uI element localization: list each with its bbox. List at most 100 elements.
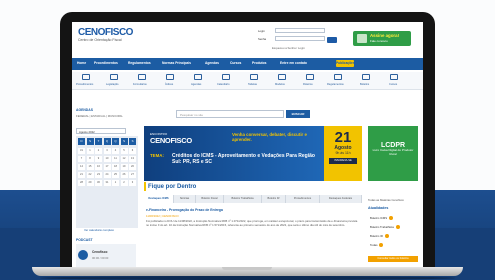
- calendar-day[interactable]: 6: [129, 148, 136, 154]
- site-logo-subtitle: Centro de Orientação Fiscal: [78, 38, 122, 42]
- calendar-day[interactable]: 3: [129, 180, 136, 186]
- update-item-label: Boletim ICMS: [370, 216, 388, 220]
- nav-item-cursos[interactable]: Cursos: [230, 61, 241, 65]
- formularios-icon[interactable]: [138, 74, 146, 80]
- calendar-day[interactable]: 26: [120, 172, 128, 178]
- promo-title: Assine agora!: [370, 33, 400, 38]
- tab-procedimentos[interactable]: Procedimentos: [286, 195, 320, 203]
- calendar-day[interactable]: 4: [112, 148, 119, 154]
- update-item-label: Boletim Trabalhista: [370, 225, 394, 229]
- calendar-day[interactable]: 31: [78, 148, 85, 154]
- subscribe-promo[interactable]: Assine agora! Fale conosco: [353, 31, 411, 46]
- nav-item-regulamentos[interactable]: Regulamentos: [128, 61, 151, 65]
- calendar-day[interactable]: 16: [95, 164, 102, 170]
- calendar-day[interactable]: 31: [103, 180, 111, 186]
- tab-noticias[interactable]: Notícias: [174, 195, 196, 203]
- calendar-day[interactable]: 23: [95, 172, 102, 178]
- full-calendar-link[interactable]: Ver calendário completo: [84, 228, 114, 232]
- calendar-day[interactable]: 1: [86, 148, 94, 154]
- calendario-icon[interactable]: [222, 74, 230, 80]
- update-item[interactable]: Todas: [370, 243, 384, 248]
- shortcut-label: Boletins: [360, 83, 370, 86]
- procedimentos-icon[interactable]: [82, 74, 90, 80]
- event-day: 21: [334, 129, 352, 146]
- roteiros-icon[interactable]: [306, 74, 314, 80]
- tabelas-icon[interactable]: [250, 74, 258, 80]
- calendar-day[interactable]: 15: [86, 164, 94, 170]
- nav-item-agendas[interactable]: Agendas: [205, 61, 219, 65]
- event-banner[interactable]: ENCONTRO CENOFISCO Venha conversar, deba…: [144, 126, 324, 181]
- news-title[interactable]: e-Financeira - Prorrogação do Prazo de E…: [146, 208, 223, 212]
- legislacao-icon[interactable]: [110, 74, 118, 80]
- nav-item-normas[interactable]: Normas Principais: [162, 61, 191, 65]
- tab-destaques-icms[interactable]: Destaques ICMS: [144, 195, 174, 203]
- lcdpr-ad[interactable]: LCDPR Livro Caixa Digital do Produtor Ru…: [368, 126, 418, 181]
- nav-item-contato[interactable]: Entre em contato: [280, 61, 307, 65]
- calendar-day[interactable]: 11: [112, 156, 119, 162]
- nav-item-home[interactable]: Home: [77, 61, 86, 65]
- calendar-day[interactable]: 18: [112, 164, 119, 170]
- nav-item-procedimentos[interactable]: Procedimentos: [94, 61, 118, 65]
- new-badge-icon: [395, 225, 400, 230]
- update-item[interactable]: Boletim Trabalhista: [370, 225, 400, 230]
- agenda-heading: AGENDAS: [76, 108, 93, 112]
- new-badge-icon: [389, 216, 394, 221]
- calendar-day[interactable]: 1: [112, 180, 119, 186]
- calendar-day[interactable]: 13: [129, 156, 136, 162]
- shortcut-label: Índices: [165, 83, 174, 86]
- password-field[interactable]: [275, 36, 325, 41]
- all-bulletins-button[interactable]: Consultar todos os boletins: [368, 256, 418, 262]
- shortcut-label: Legislação: [106, 83, 119, 86]
- update-item[interactable]: Boletim IR: [370, 234, 389, 239]
- login-button[interactable]: [327, 37, 337, 43]
- calendar-day[interactable]: 17: [103, 164, 111, 170]
- calendar-day[interactable]: 10: [103, 156, 111, 162]
- update-item[interactable]: Boletim ICMS: [370, 216, 394, 221]
- calendar-day[interactable]: 8: [86, 156, 94, 162]
- cursos-icon[interactable]: [390, 74, 398, 80]
- indices-icon[interactable]: [166, 74, 174, 80]
- calendar-day[interactable]: 30: [95, 180, 102, 186]
- site-search-input[interactable]: Pesquisar no site: [176, 110, 284, 118]
- modelos-icon[interactable]: [278, 74, 286, 80]
- calendar-day[interactable]: 28: [78, 180, 85, 186]
- event-hours: 9h às 11h: [335, 151, 351, 155]
- agenda-scopes[interactable]: FEDERAL | ESTADUAL | MUNICIPAL: [76, 114, 123, 118]
- calendar-day[interactable]: 5: [120, 148, 128, 154]
- nav-item-publicacoes[interactable]: Publicações: [336, 60, 355, 67]
- calendar-day[interactable]: 3: [103, 148, 111, 154]
- month-select[interactable]: Agosto 2022: [76, 128, 126, 134]
- calendar-day[interactable]: 2: [120, 180, 128, 186]
- agendas-icon[interactable]: [194, 74, 202, 80]
- calendar-day[interactable]: 7: [78, 156, 85, 162]
- calendar-day[interactable]: 21: [78, 172, 85, 178]
- event-register-button[interactable]: INSCREVA-SE: [329, 158, 357, 164]
- site-logo[interactable]: CENOFISCO: [78, 27, 133, 38]
- calendar-day[interactable]: 2: [95, 148, 102, 154]
- update-item-label: Boletim IR: [370, 234, 383, 238]
- boletins-icon[interactable]: [362, 74, 370, 80]
- calendar-day[interactable]: 24: [103, 172, 111, 178]
- forgot-password-link[interactable]: Esqueceu a Senha / Login: [272, 46, 305, 50]
- all-articles-link[interactable]: Todas as Matérias Cenofisco: [368, 198, 418, 202]
- calendar-day[interactable]: 9: [95, 156, 102, 162]
- tab-boletim-ir[interactable]: Boletim IR: [262, 195, 286, 203]
- tab-boletim-fiscal[interactable]: Boletim Fiscal: [196, 195, 224, 203]
- calendar-day[interactable]: 25: [112, 172, 119, 178]
- main-nav: Home Procedimentos Regulamentos Normas P…: [72, 58, 423, 70]
- calendar-day[interactable]: 19: [120, 164, 128, 170]
- calendar-day[interactable]: 27: [129, 172, 136, 178]
- tab-destaques-federais[interactable]: Destaques Federais: [320, 195, 362, 203]
- calendar-day[interactable]: 20: [129, 164, 136, 170]
- tab-boletim-trabalhista[interactable]: Boletim Trabalhista: [224, 195, 262, 203]
- regulamentos-icon[interactable]: [334, 74, 342, 80]
- calendar-day[interactable]: 29: [86, 180, 94, 186]
- calendar-day[interactable]: 22: [86, 172, 94, 178]
- calendar-day[interactable]: 14: [78, 164, 85, 170]
- search-button[interactable]: BUSCAR: [286, 110, 310, 118]
- play-icon[interactable]: [78, 250, 88, 260]
- login-field[interactable]: [275, 28, 325, 33]
- calendar-day[interactable]: 12: [120, 156, 128, 162]
- nav-item-produtos[interactable]: Produtos: [252, 61, 266, 65]
- laptop-screen: CENOFISCO Centro de Orientação Fiscal Lo…: [72, 22, 423, 267]
